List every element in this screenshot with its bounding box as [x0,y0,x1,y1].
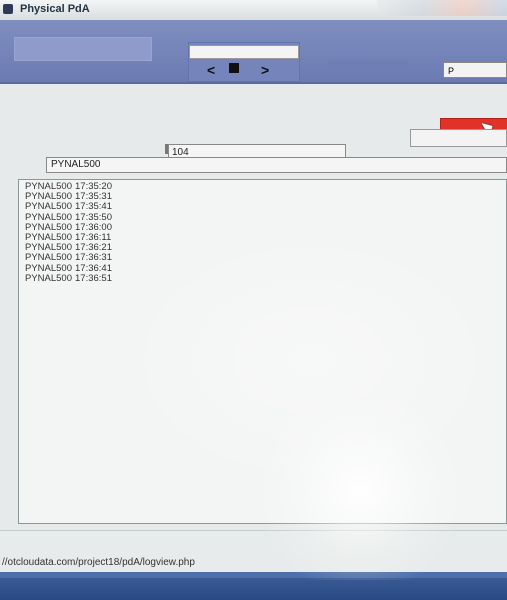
log-row-time: 17:35:41 [75,201,112,213]
main-content: 104 PYNAL500 PYNAL500 17:35:20 PYNAL500 17:… [0,84,507,530]
log-row-time: 17:36:51 [75,272,112,284]
log-list[interactable]: PYNAL500 17:35:20 PYNAL500 17:35:31 PYNAL500… [18,179,507,524]
log-row-time: 17:36:41 [75,262,112,274]
title-bar: Physical PdA [0,0,507,21]
taskbar-highlight [0,572,507,578]
status-url: //otcloudata.com/project18/pdA/logview.p… [2,557,195,568]
log-row-time: 17:35:50 [75,211,112,223]
navigation-box: < > [188,42,300,82]
previous-button[interactable]: < [207,62,215,78]
header-field-label [328,60,408,70]
right-input-field[interactable] [410,129,507,147]
header-select-field[interactable]: P [443,62,507,78]
window-title: Physical PdA [20,3,90,15]
stop-square-icon[interactable] [229,63,239,73]
taskbar [0,572,507,600]
code-field[interactable]: PYNAL500 [46,157,507,173]
header-panel: < > P [0,20,507,84]
title-bar-controls[interactable] [377,0,507,16]
app-icon [3,4,13,14]
navigation-input[interactable] [189,45,299,59]
log-row-code: PYNAL500 [25,272,73,284]
header-logo-box [14,37,152,61]
log-row[interactable]: PYNAL500 17:36:51 [25,272,506,284]
next-button[interactable]: > [261,62,269,78]
status-bar: //otcloudata.com/project18/pdA/logview.p… [0,530,507,573]
log-row-time: 17:36:31 [75,252,112,264]
